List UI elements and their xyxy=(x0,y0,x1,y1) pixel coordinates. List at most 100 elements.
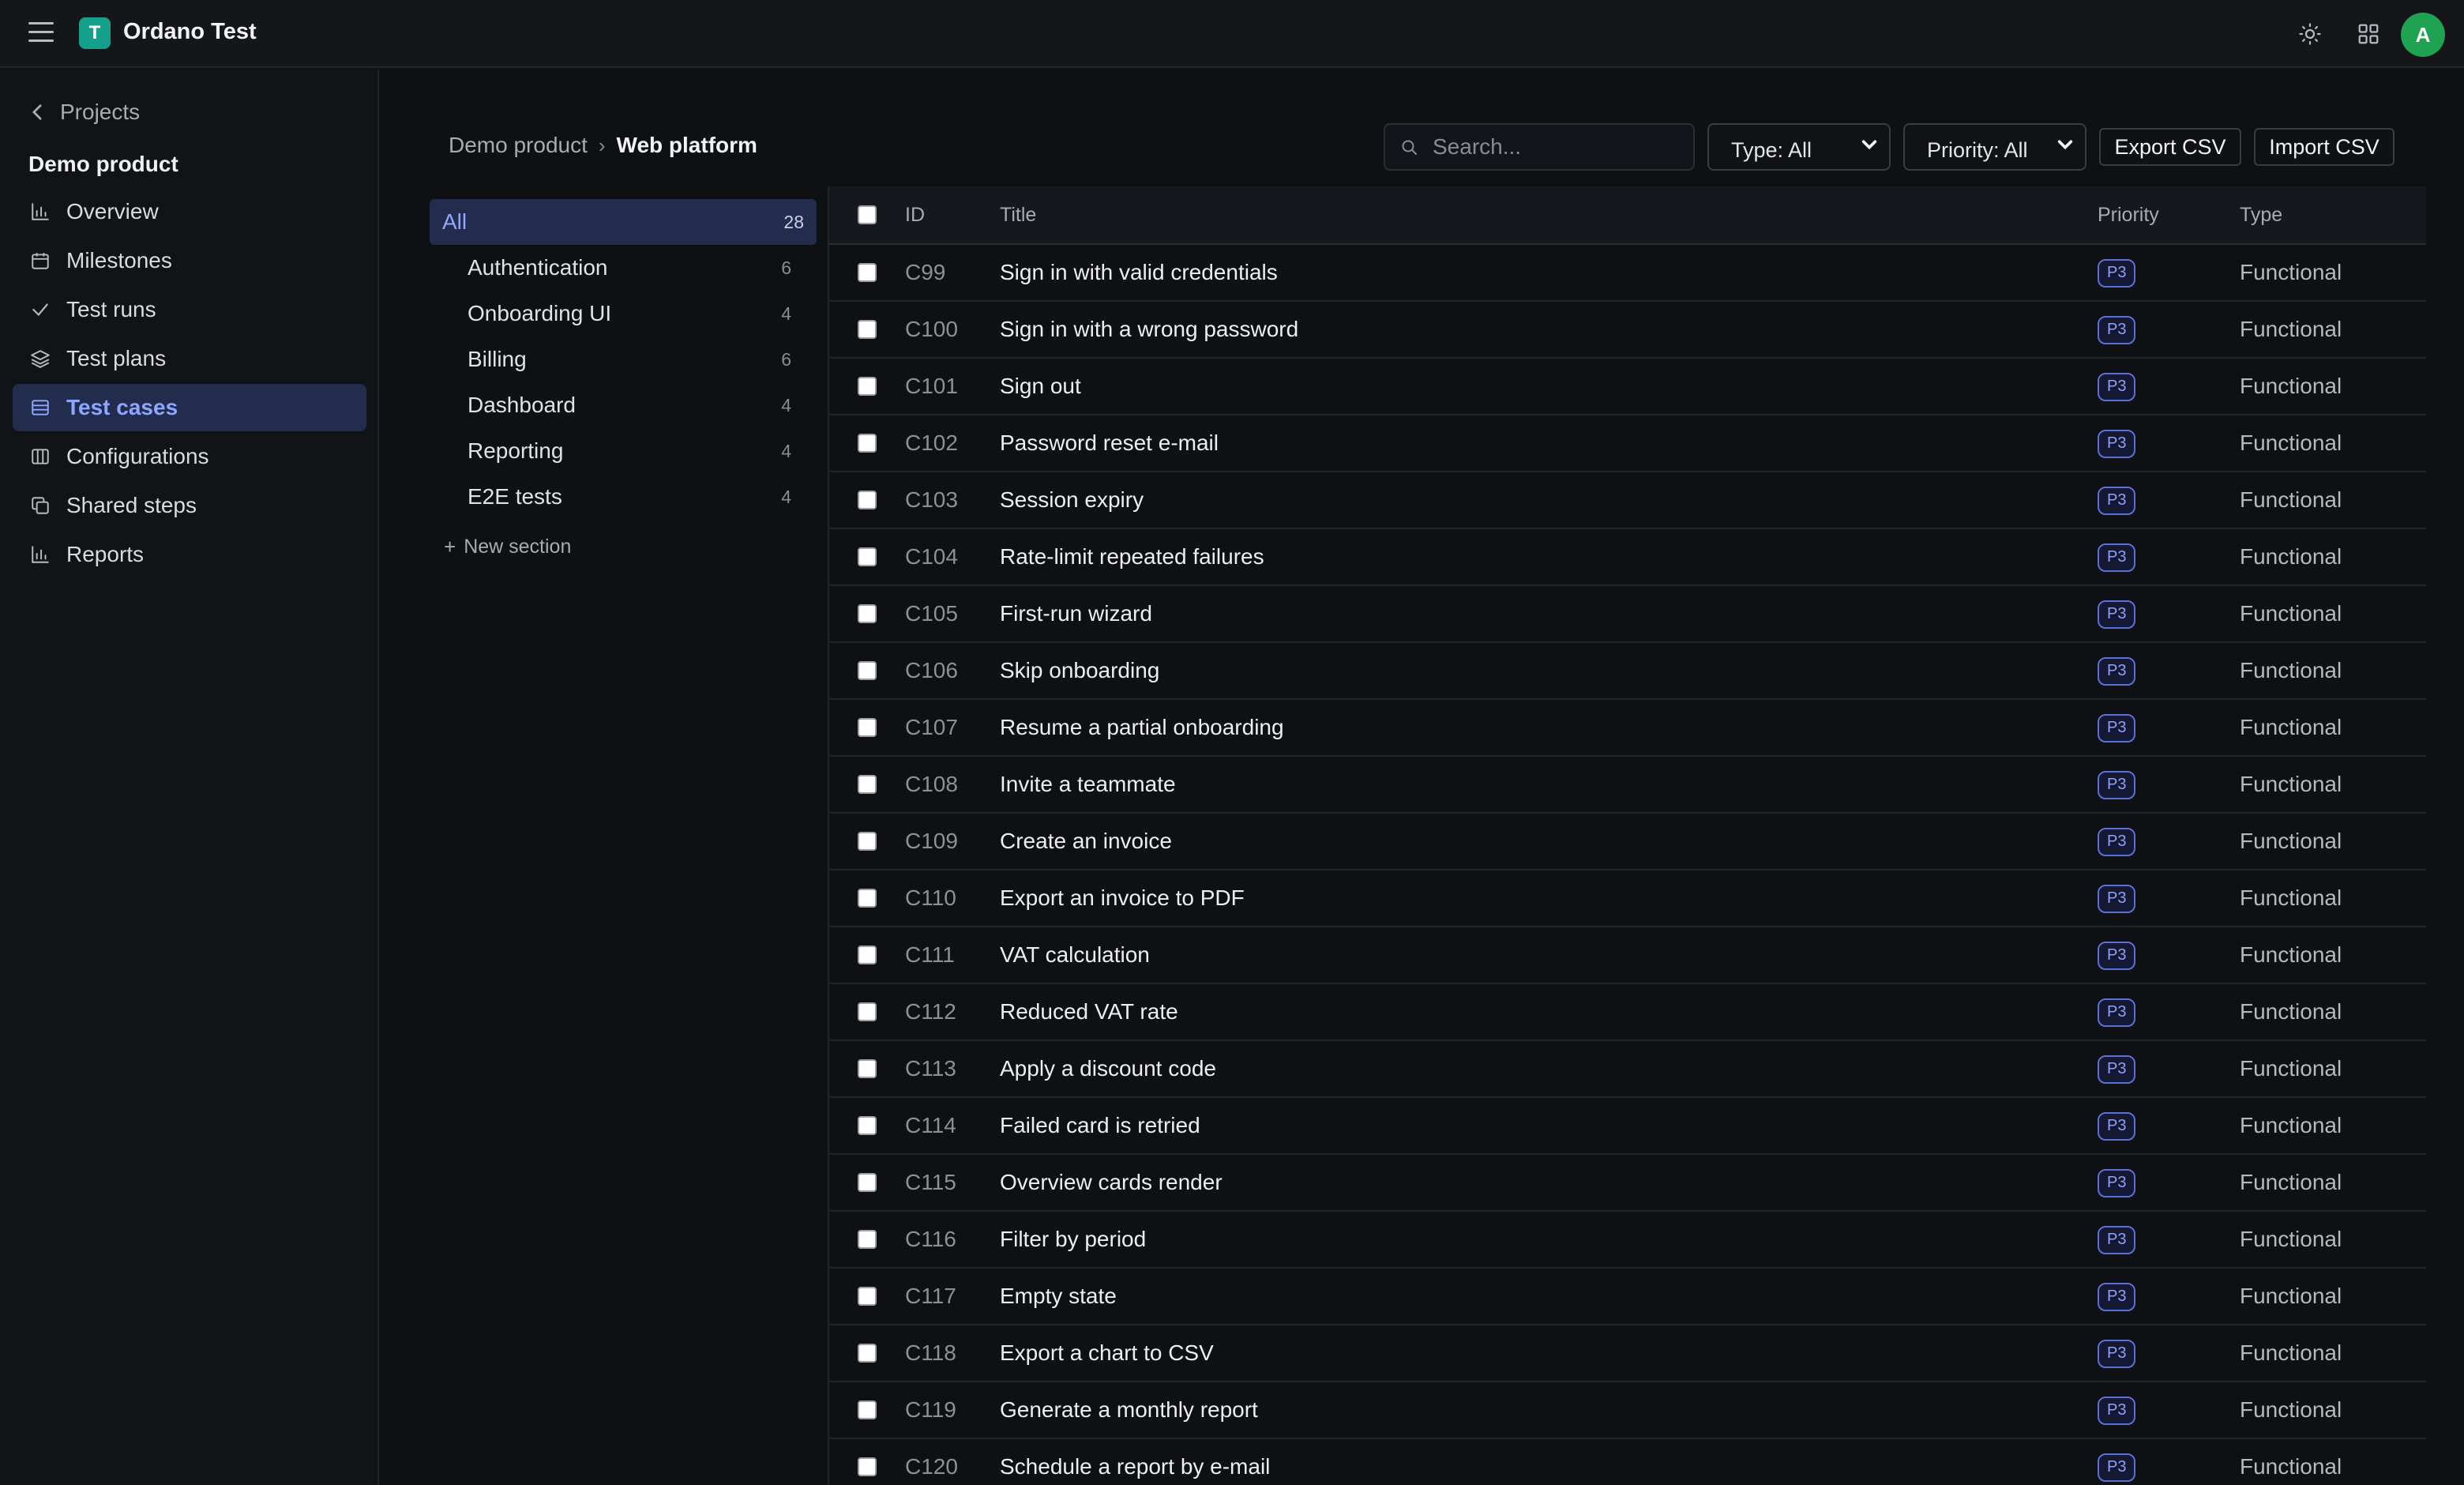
sidebar-item-overview[interactable]: Overview xyxy=(13,188,366,235)
case-title[interactable]: Sign in with a wrong password xyxy=(1000,317,2098,342)
sidebar-item-label: Milestones xyxy=(66,248,172,273)
user-avatar[interactable]: A xyxy=(2401,13,2445,57)
row-checkbox[interactable] xyxy=(858,547,877,566)
breadcrumb-parent[interactable]: Demo product xyxy=(449,133,588,158)
type-filter-select[interactable]: Type: All xyxy=(1707,123,1891,171)
case-title[interactable]: Skip onboarding xyxy=(1000,658,2098,683)
row-checkbox[interactable] xyxy=(858,1059,877,1078)
table-row[interactable]: C114 Failed card is retried P3 Functional xyxy=(829,1098,2426,1155)
sidebar-item-configurations[interactable]: Configurations xyxy=(13,433,366,480)
apps-grid-icon[interactable] xyxy=(2353,19,2383,49)
table-row[interactable]: C99 Sign in with valid credentials P3 Funct… xyxy=(829,245,2426,302)
row-checkbox[interactable] xyxy=(858,718,877,737)
select-all-checkbox[interactable] xyxy=(858,205,877,224)
table-row[interactable]: C106 Skip onboarding P3 Functional xyxy=(829,643,2426,700)
section-item[interactable]: Dashboard 4 xyxy=(430,382,817,428)
case-title[interactable]: Filter by period xyxy=(1000,1227,2098,1252)
row-checkbox[interactable] xyxy=(858,377,877,396)
case-title[interactable]: Sign out xyxy=(1000,374,2098,399)
row-checkbox[interactable] xyxy=(858,1230,877,1249)
row-checkbox[interactable] xyxy=(858,320,877,339)
row-checkbox[interactable] xyxy=(858,946,877,964)
new-section-button[interactable]: + New section xyxy=(430,520,817,573)
export-csv-button[interactable]: Export CSV xyxy=(2099,128,2241,166)
table-row[interactable]: C103 Session expiry P3 Functional xyxy=(829,472,2426,529)
case-title[interactable]: Export an invoice to PDF xyxy=(1000,885,2098,911)
case-title[interactable]: Overview cards render xyxy=(1000,1170,2098,1195)
sidebar-item-test-cases[interactable]: Test cases xyxy=(13,384,366,431)
row-checkbox[interactable] xyxy=(858,1400,877,1419)
sidebar-item-test-plans[interactable]: Test plans xyxy=(13,335,366,382)
table-row[interactable]: C113 Apply a discount code P3 Functional xyxy=(829,1041,2426,1098)
table-row[interactable]: C120 Schedule a report by e-mail P3 Functio… xyxy=(829,1439,2426,1485)
table-row[interactable]: C102 Password reset e-mail P3 Functional xyxy=(829,415,2426,472)
row-checkbox[interactable] xyxy=(858,491,877,509)
case-title[interactable]: VAT calculation xyxy=(1000,942,2098,968)
menu-icon[interactable] xyxy=(28,22,54,46)
table-row[interactable]: C105 First-run wizard P3 Functional xyxy=(829,586,2426,643)
header-title[interactable]: Title xyxy=(1000,204,2098,227)
row-checkbox[interactable] xyxy=(858,775,877,794)
case-title[interactable]: Password reset e-mail xyxy=(1000,430,2098,456)
case-title[interactable]: Resume a partial onboarding xyxy=(1000,715,2098,740)
import-csv-button[interactable]: Import CSV xyxy=(2254,128,2395,166)
sidebar-item-test-runs[interactable]: Test runs xyxy=(13,286,366,333)
table-row[interactable]: C107 Resume a partial onboarding P3 Functio… xyxy=(829,700,2426,757)
row-checkbox[interactable] xyxy=(858,832,877,851)
table-row[interactable]: C115 Overview cards render P3 Functional xyxy=(829,1155,2426,1212)
sidebar-item-reports[interactable]: Reports xyxy=(13,531,366,578)
section-item[interactable]: Reporting 4 xyxy=(430,428,817,474)
case-title[interactable]: Failed card is retried xyxy=(1000,1113,2098,1138)
table-row[interactable]: C112 Reduced VAT rate P3 Functional xyxy=(829,984,2426,1041)
back-to-projects-link[interactable]: Projects xyxy=(30,100,140,125)
case-title[interactable]: Generate a monthly report xyxy=(1000,1397,2098,1423)
case-title[interactable]: Empty state xyxy=(1000,1284,2098,1309)
table-row[interactable]: C118 Export a chart to CSV P3 Functional xyxy=(829,1325,2426,1382)
case-title[interactable]: Sign in with valid credentials xyxy=(1000,260,2098,285)
header-type[interactable]: Type xyxy=(2240,204,2421,227)
sidebar-item-milestones[interactable]: Milestones xyxy=(13,237,366,284)
case-title[interactable]: Schedule a report by e-mail xyxy=(1000,1454,2098,1479)
case-title[interactable]: First-run wizard xyxy=(1000,601,2098,626)
section-item[interactable]: E2E tests 4 xyxy=(430,474,817,520)
section-item[interactable]: Billing 6 xyxy=(430,336,817,382)
row-checkbox[interactable] xyxy=(858,1457,877,1476)
table-row[interactable]: C119 Generate a monthly report P3 Functiona… xyxy=(829,1382,2426,1439)
section-all[interactable]: All 28 xyxy=(430,199,817,245)
table-row[interactable]: C117 Empty state P3 Functional xyxy=(829,1269,2426,1325)
row-checkbox[interactable] xyxy=(858,1287,877,1306)
row-checkbox[interactable] xyxy=(858,434,877,453)
row-checkbox[interactable] xyxy=(858,1116,877,1135)
section-item[interactable]: Authentication 6 xyxy=(430,245,817,291)
row-checkbox[interactable] xyxy=(858,1173,877,1192)
table-row[interactable]: C109 Create an invoice P3 Functional xyxy=(829,814,2426,870)
table-row[interactable]: C110 Export an invoice to PDF P3 Functional xyxy=(829,870,2426,927)
case-title[interactable]: Invite a teammate xyxy=(1000,772,2098,797)
table-row[interactable]: C108 Invite a teammate P3 Functional xyxy=(829,757,2426,814)
case-title[interactable]: Session expiry xyxy=(1000,487,2098,513)
case-title[interactable]: Rate-limit repeated failures xyxy=(1000,544,2098,570)
table-row[interactable]: C101 Sign out P3 Functional xyxy=(829,359,2426,415)
theme-toggle-sun-icon[interactable] xyxy=(2295,19,2325,49)
row-checkbox[interactable] xyxy=(858,661,877,680)
row-checkbox[interactable] xyxy=(858,1344,877,1363)
row-checkbox[interactable] xyxy=(858,604,877,623)
table-row[interactable]: C111 VAT calculation P3 Functional xyxy=(829,927,2426,984)
header-priority[interactable]: Priority xyxy=(2098,204,2240,227)
case-title[interactable]: Export a chart to CSV xyxy=(1000,1340,2098,1366)
row-checkbox[interactable] xyxy=(858,889,877,908)
case-title[interactable]: Reduced VAT rate xyxy=(1000,999,2098,1024)
search-input[interactable] xyxy=(1433,134,1685,160)
table-row[interactable]: C100 Sign in with a wrong password P3 Funct… xyxy=(829,302,2426,359)
case-title[interactable]: Apply a discount code xyxy=(1000,1056,2098,1081)
case-type: Functional xyxy=(2240,317,2342,341)
row-checkbox[interactable] xyxy=(858,263,877,282)
sidebar-item-shared-steps[interactable]: Shared steps xyxy=(13,482,366,529)
header-id[interactable]: ID xyxy=(905,204,1000,227)
priority-filter-select[interactable]: Priority: All xyxy=(1903,123,2087,171)
table-row[interactable]: C116 Filter by period P3 Functional xyxy=(829,1212,2426,1269)
case-title[interactable]: Create an invoice xyxy=(1000,829,2098,854)
table-row[interactable]: C104 Rate-limit repeated failures P3 Functi… xyxy=(829,529,2426,586)
row-checkbox[interactable] xyxy=(858,1002,877,1021)
section-item[interactable]: Onboarding UI 4 xyxy=(430,291,817,336)
